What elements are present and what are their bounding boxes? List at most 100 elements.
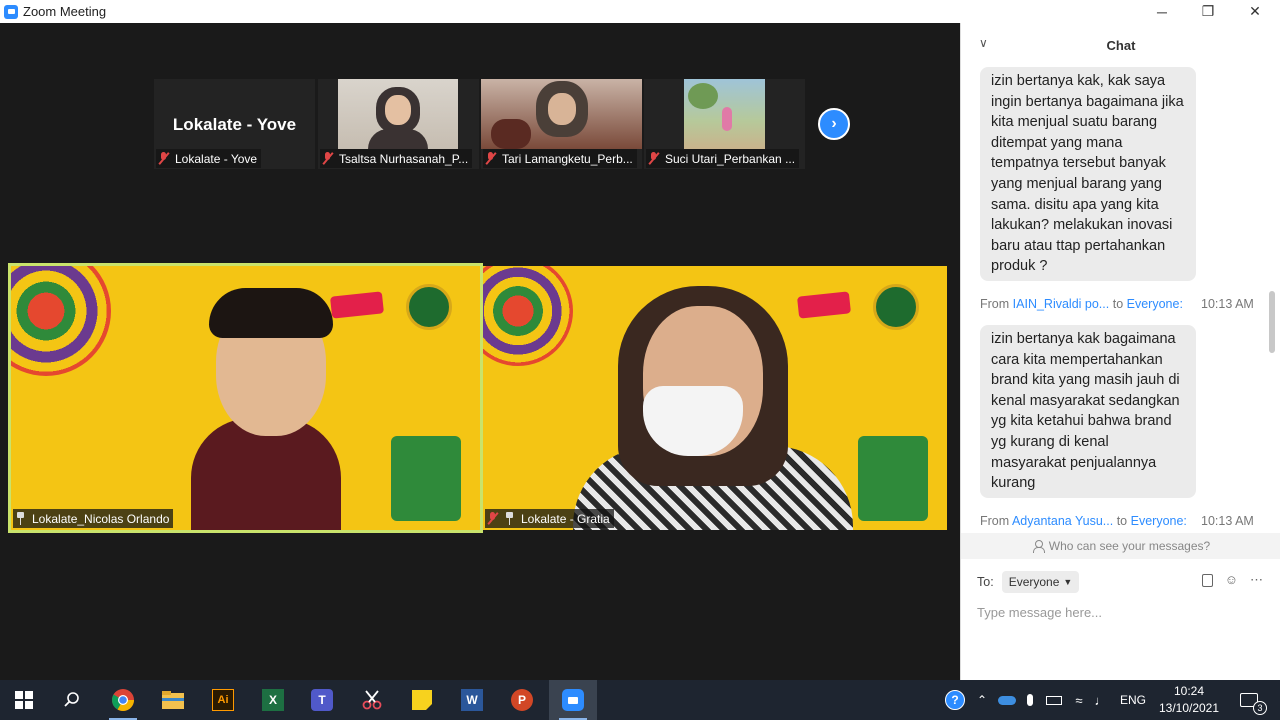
- speaker-nametag: Lokalate_Nicolas Orlando: [13, 509, 174, 528]
- word-icon: W: [461, 689, 483, 711]
- chat-message-meta: From IAIN_Rivaldi po... to Everyone: 10:…: [980, 297, 1254, 311]
- folder-icon: [162, 691, 184, 709]
- message-input[interactable]: [977, 602, 1267, 622]
- mic-muted-icon: [485, 152, 497, 165]
- notification-center[interactable]: 3: [1234, 680, 1267, 720]
- next-page-button[interactable]: ›: [818, 108, 850, 140]
- chat-panel: ∨ Chat izin bertanya kak, kak saya ingin…: [960, 23, 1280, 680]
- meeting-area: Lokalate - Yove Lokalate - Yove Tsaltsa …: [0, 23, 960, 680]
- participant-name: Tsaltsa Nurhasanah_P...: [339, 151, 469, 166]
- sender-name[interactable]: IAIN_Rivaldi po...: [1013, 297, 1110, 311]
- battery-icon[interactable]: [1043, 680, 1065, 720]
- participant-name: Lokalate - Yove: [175, 151, 258, 166]
- message-icon: 3: [1240, 693, 1267, 715]
- windows-icon: [15, 691, 33, 709]
- participant-thumbnail[interactable]: Lokalate - Yove Lokalate - Yove: [154, 79, 315, 169]
- emoji-icon[interactable]: ☺: [1225, 572, 1238, 588]
- search-button[interactable]: [48, 680, 96, 720]
- message-time: 10:13 AM: [1201, 297, 1254, 311]
- speaker-name: Lokalate_Nicolas Orlando: [32, 511, 170, 526]
- taskbar-chrome[interactable]: [99, 680, 147, 720]
- language-indicator[interactable]: ENG: [1117, 680, 1149, 720]
- close-button[interactable]: ✕: [1232, 0, 1278, 23]
- recipient-name: Everyone:: [1126, 297, 1183, 311]
- participant-nametag: Lokalate - Yove: [156, 149, 262, 168]
- face-shape: [385, 95, 411, 125]
- participant-thumbnail[interactable]: Tari Lamangketu_Perb...: [481, 79, 642, 169]
- to-label: To:: [977, 575, 994, 589]
- participant-video: [481, 79, 642, 149]
- taskbar-sticky-notes[interactable]: [398, 680, 446, 720]
- recipient-row: To: Everyone ▼ ☺ ⋯: [961, 570, 1280, 594]
- person-eye-icon: [1032, 540, 1045, 553]
- participant-thumbnail[interactable]: Tsaltsa Nurhasanah_P...: [318, 79, 479, 169]
- participant-nametag: Tari Lamangketu_Perb...: [483, 149, 637, 168]
- participant-nametag: Suci Utari_Perbankan ...: [646, 149, 800, 168]
- from-label: From: [980, 514, 1010, 528]
- taskbar-snipping[interactable]: [348, 680, 396, 720]
- event-banner: [329, 291, 385, 319]
- chat-message-bubble[interactable]: izin bertanya kak bagaimana cara kita me…: [980, 325, 1196, 498]
- taskbar-excel[interactable]: X: [249, 680, 297, 720]
- powerpoint-icon: P: [511, 689, 533, 711]
- recipient-name: Everyone:: [1130, 514, 1187, 528]
- participant-video: [338, 79, 458, 149]
- file-icon[interactable]: [1201, 574, 1213, 587]
- sender-name[interactable]: Adyantana Yusu...: [1012, 514, 1113, 528]
- volume-icon[interactable]: ♩: [1090, 680, 1112, 720]
- clock-time: 10:24: [1173, 684, 1205, 698]
- taskbar-word[interactable]: W: [448, 680, 496, 720]
- participant-thumbnail[interactable]: Suci Utari_Perbankan ...: [644, 79, 805, 169]
- notification-count: 3: [1253, 701, 1267, 715]
- system-clock[interactable]: 10:24 13/10/2021: [1150, 683, 1228, 717]
- onedrive-icon[interactable]: [996, 680, 1018, 720]
- participant-name: Tari Lamangketu_Perb...: [502, 151, 633, 166]
- to-label: to: [1116, 514, 1128, 528]
- taskbar-file-explorer[interactable]: [149, 680, 197, 720]
- taskbar-powerpoint[interactable]: P: [498, 680, 546, 720]
- speaker-video-tile[interactable]: Lokalate_Nicolas Orlando: [8, 263, 483, 533]
- minimize-button[interactable]: ─: [1139, 0, 1185, 23]
- taskbar-teams[interactable]: T: [298, 680, 346, 720]
- hair-shape: [209, 288, 333, 338]
- message-time: 10:13 AM: [1201, 514, 1254, 528]
- scissors-icon: [362, 690, 382, 710]
- chat-message-bubble[interactable]: izin bertanya kak, kak saya ingin bertan…: [980, 67, 1196, 281]
- zoom-icon: [562, 689, 584, 711]
- speaker-video-tile[interactable]: Lokalate - Gratia: [483, 266, 947, 530]
- screen: Zoom Meeting ─ ❐ ✕ Lokalate - Yove Lokal…: [0, 0, 1280, 720]
- taskbar-zoom[interactable]: [549, 680, 597, 720]
- taskbar-illustrator[interactable]: Ai: [199, 680, 247, 720]
- tree-shape: [688, 83, 718, 109]
- recipient-dropdown[interactable]: Everyone ▼: [1001, 571, 1080, 593]
- taskbar: Ai X T W P ? ⌃ ≈ ♩ ENG 10:24 13/10/2021 …: [0, 680, 1280, 720]
- help-icon[interactable]: ?: [943, 680, 967, 720]
- mandala-decoration: [11, 266, 111, 376]
- to-label: to: [1112, 297, 1124, 311]
- chat-message-list[interactable]: izin bertanya kak, kak saya ingin bertan…: [961, 67, 1280, 531]
- person-shape: [722, 107, 732, 131]
- chevron-up-icon[interactable]: ⌃: [973, 680, 991, 720]
- mic-muted-icon: [648, 152, 660, 165]
- chat-header: ∨ Chat: [961, 23, 1280, 67]
- product-package: [391, 436, 461, 521]
- chat-scrollbar[interactable]: [1269, 291, 1275, 353]
- zoom-app-icon: [4, 4, 18, 19]
- chat-tools: ☺ ⋯: [1201, 572, 1263, 588]
- product-package: [858, 436, 928, 521]
- start-button[interactable]: [0, 680, 48, 720]
- maximize-button[interactable]: ❐: [1185, 0, 1231, 23]
- pin-icon: [15, 512, 26, 525]
- mandala-decoration: [483, 266, 573, 366]
- participant-nametag: Tsaltsa Nurhasanah_P...: [320, 149, 473, 168]
- speaker-nametag: Lokalate - Gratia: [485, 509, 614, 528]
- participant-display-name: Lokalate - Yove: [172, 115, 297, 134]
- chrome-icon: [112, 689, 134, 711]
- chat-message-meta: From Adyantana Yusu... to Everyone: 10:1…: [980, 514, 1254, 528]
- institution-logo: [406, 284, 452, 330]
- privacy-note[interactable]: Who can see your messages?: [961, 533, 1280, 559]
- more-icon[interactable]: ⋯: [1250, 572, 1263, 588]
- chevron-down-icon: ▼: [1063, 577, 1073, 587]
- microphone-icon[interactable]: [1021, 680, 1039, 720]
- wifi-icon[interactable]: ≈: [1068, 680, 1090, 720]
